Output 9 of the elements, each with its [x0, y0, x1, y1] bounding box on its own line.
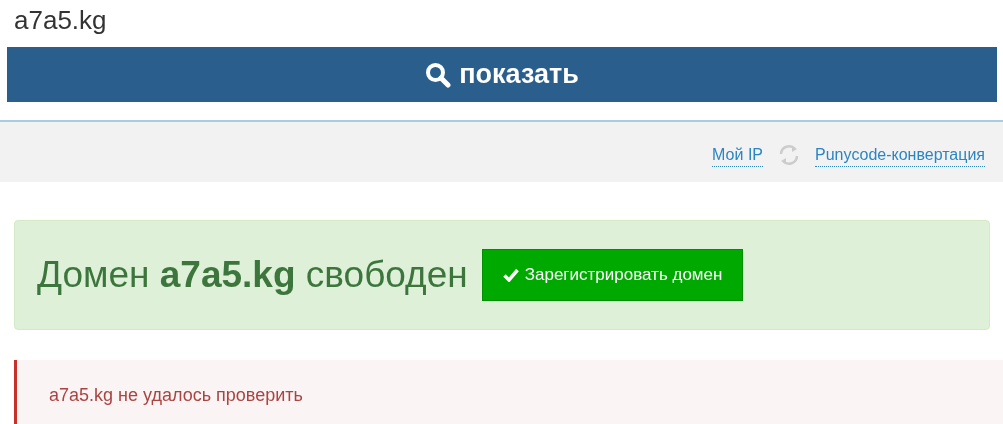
- show-button[interactable]: показать: [7, 47, 997, 102]
- error-message: a7a5.kg не удалось проверить: [49, 384, 303, 406]
- check-icon: [502, 268, 519, 282]
- search-icon: [425, 61, 452, 88]
- register-button[interactable]: Зарегистрировать домен: [481, 249, 744, 301]
- link[interactable]: Мой IP: [712, 145, 763, 167]
- availability-message: Домен a7a5.kg свободен: [37, 254, 468, 296]
- link[interactable]: Punycode-конвертация: [815, 145, 985, 167]
- refresh-icon: [777, 143, 801, 167]
